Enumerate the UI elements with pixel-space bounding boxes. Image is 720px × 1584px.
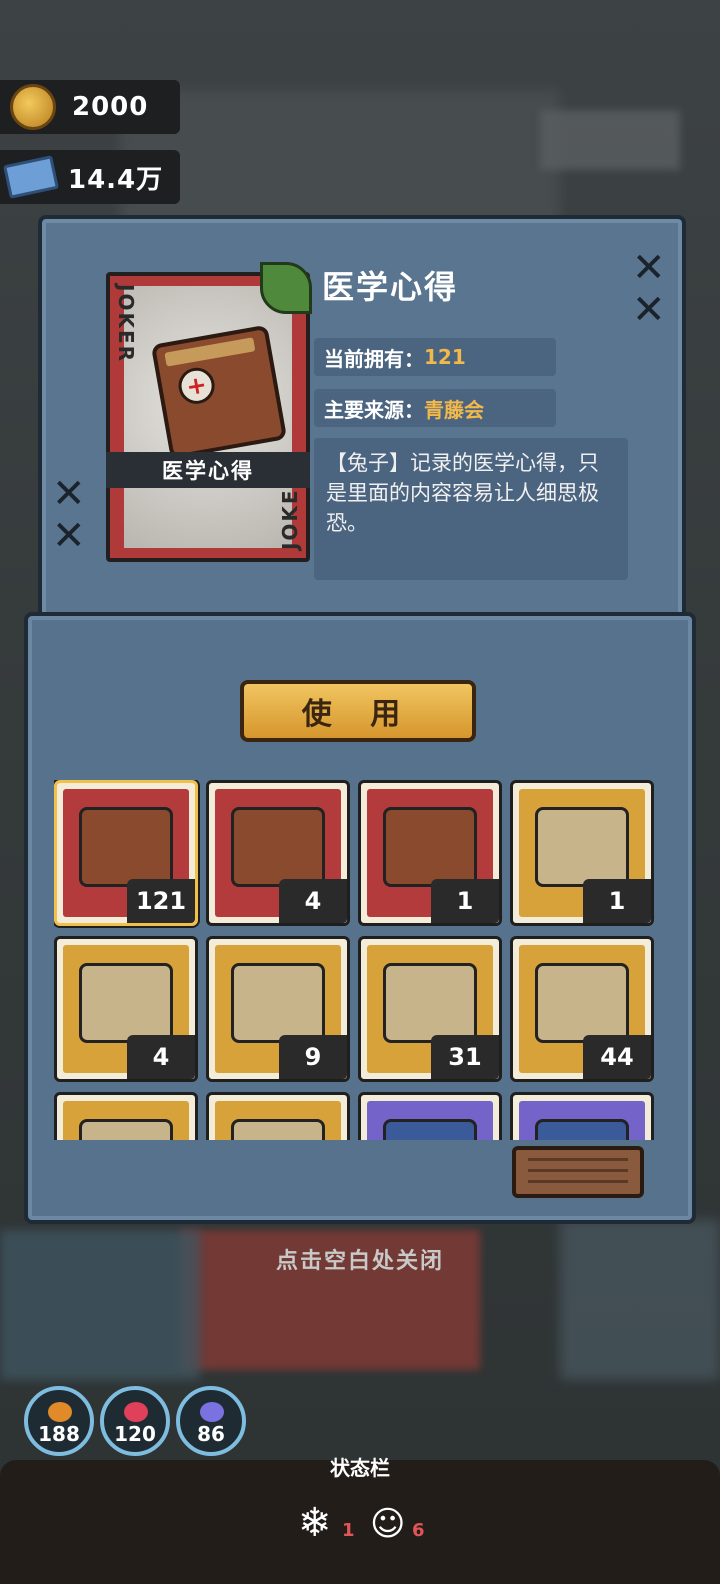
- status-bar-label: 状态栏: [330, 1456, 390, 1480]
- inventory-grid: 121 4 1 1 4 9 31 44: [54, 780, 664, 1140]
- coin-icon: [10, 84, 56, 130]
- owned-info: 当前拥有： 121: [314, 338, 556, 376]
- hunger-value: 188: [38, 1422, 80, 1446]
- inventory-slot[interactable]: 121: [54, 780, 198, 926]
- heart-icon: [124, 1402, 148, 1422]
- slot-count: 1: [583, 879, 651, 923]
- coin-counter: 2000: [0, 80, 180, 134]
- notebook-icon: +: [150, 324, 288, 460]
- bg-layer: [120, 90, 560, 230]
- slot-count: 44: [583, 1035, 651, 1079]
- source-info: 主要来源： 青藤会: [314, 389, 556, 427]
- gold-badge-icon: [383, 807, 477, 887]
- x-mark-decoration: ✕: [52, 471, 86, 517]
- source-value: 青藤会: [424, 397, 484, 422]
- status-bar[interactable]: 状态栏 ❄ 1 ☺ 6: [0, 1456, 720, 1584]
- button-line: [528, 1180, 628, 1183]
- item-title: 医学心得: [322, 268, 459, 306]
- treasure-map-icon: [79, 963, 173, 1043]
- inventory-slot[interactable]: 4: [54, 936, 198, 1082]
- item-10-icon: [231, 1119, 325, 1140]
- id-card-icon: [231, 807, 325, 887]
- card-name: 医学心得: [106, 452, 310, 488]
- close-hint[interactable]: 点击空白处关闭: [0, 1243, 720, 1275]
- masks-count: 6: [412, 1520, 425, 1541]
- slot-count: 31: [431, 1035, 499, 1079]
- item-11-icon: [383, 1119, 477, 1140]
- item-9-icon: [79, 1119, 173, 1140]
- inventory-slot[interactable]: 1: [358, 780, 502, 926]
- starred-gold-badge-icon: [383, 963, 477, 1043]
- medical-notebook-icon: [79, 807, 173, 887]
- cash-counter: 14.4万: [0, 150, 180, 204]
- inventory-slot[interactable]: 44: [510, 936, 654, 1082]
- coin-amount: 2000: [72, 92, 149, 122]
- slot-count: 121: [127, 879, 195, 923]
- item-card: + JOKER JOKER 医学心得: [106, 262, 312, 562]
- health-stat[interactable]: 120: [100, 1386, 170, 1456]
- x-mark-decoration: ✕: [52, 513, 86, 559]
- inventory-slot[interactable]: 31: [358, 936, 502, 1082]
- x-mark-decoration: ✕: [632, 245, 666, 291]
- owned-value: 121: [424, 345, 466, 369]
- medical-cross-icon: +: [175, 364, 218, 407]
- inventory-slot[interactable]: [54, 1092, 198, 1140]
- slot-count: 4: [127, 1035, 195, 1079]
- owned-label: 当前拥有：: [324, 346, 424, 371]
- source-label: 主要来源：: [324, 397, 424, 422]
- inventory-slot[interactable]: 4: [206, 780, 350, 926]
- bg-layer: [540, 110, 680, 170]
- sanity-value: 86: [197, 1422, 225, 1446]
- x-mark-decoration: ✕: [632, 287, 666, 333]
- capybara-pack-icon: [535, 807, 629, 887]
- hunger-stat[interactable]: 188: [24, 1386, 94, 1456]
- inventory-slot[interactable]: 9: [206, 936, 350, 1082]
- cash-icon: [3, 155, 59, 199]
- hunger-icon: [48, 1402, 72, 1422]
- leaf-icon: [260, 262, 312, 314]
- button-line: [528, 1158, 628, 1161]
- slot-count: 1: [431, 879, 499, 923]
- inventory-slot[interactable]: [206, 1092, 350, 1140]
- joker-label: JOKER: [114, 284, 138, 364]
- medical-card-icon: [535, 963, 629, 1043]
- item-description: 【兔子】记录的医学心得，只是里面的内容容易让人细思极恐。: [314, 438, 628, 580]
- sort-button[interactable]: [512, 1146, 644, 1198]
- sanity-stat[interactable]: 86: [176, 1386, 246, 1456]
- snowflake-icon[interactable]: ❄: [298, 1500, 332, 1546]
- slot-count: 4: [279, 879, 347, 923]
- inventory-slot[interactable]: 1: [510, 780, 654, 926]
- card-art: +: [124, 286, 292, 548]
- health-value: 120: [114, 1422, 156, 1446]
- brain-icon: [200, 1402, 224, 1422]
- snowflake-count: 1: [342, 1520, 355, 1541]
- masks-icon[interactable]: ☺: [370, 1504, 405, 1544]
- inventory-slot[interactable]: [358, 1092, 502, 1140]
- cash-amount: 14.4万: [68, 164, 164, 195]
- item-12-icon: [535, 1119, 629, 1140]
- film-reel-icon: [231, 963, 325, 1043]
- use-button[interactable]: 使 用: [240, 680, 476, 742]
- inventory-slot[interactable]: [510, 1092, 654, 1140]
- slot-count: 9: [279, 1035, 347, 1079]
- button-line: [528, 1169, 628, 1172]
